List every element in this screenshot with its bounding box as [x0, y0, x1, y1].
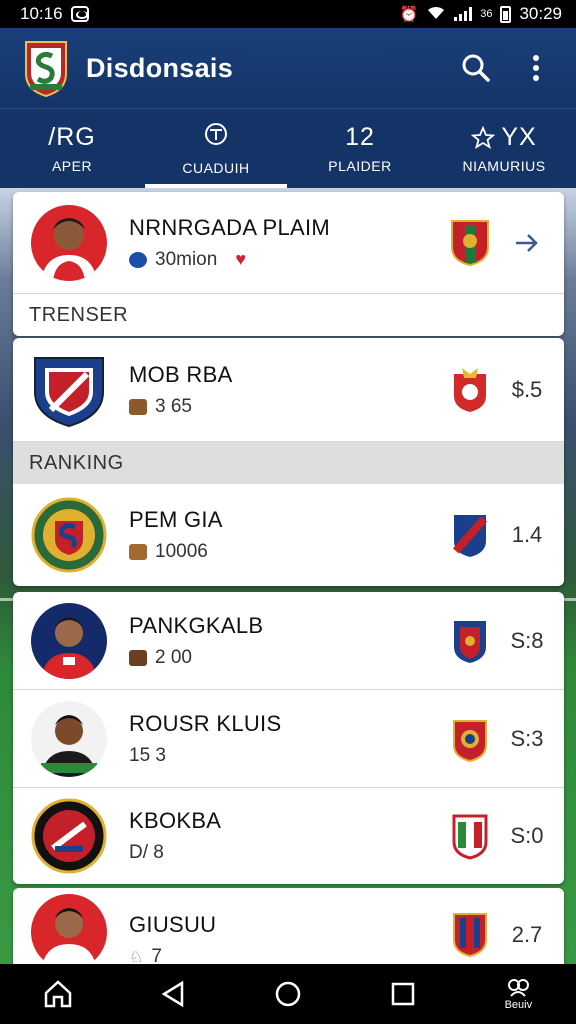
- list-item[interactable]: GIUSUU ♘ 7 2.7: [13, 888, 564, 964]
- list-item[interactable]: PEM GIA 10006 1.4: [13, 484, 564, 586]
- player-value: S:8: [510, 627, 544, 653]
- tab-plaider[interactable]: 12 PLAIDER: [288, 109, 432, 188]
- player-value: 2.7: [511, 922, 543, 947]
- player-name: NRNRGADA PLAIM: [129, 214, 331, 240]
- club-crest-icon: [450, 910, 490, 958]
- status-clock-right: 30:29: [519, 4, 562, 23]
- tab-niamurius-top: YX: [471, 123, 536, 152]
- list-item[interactable]: PANKGKALB 2 00 S:8: [13, 592, 564, 690]
- more-vertical-icon[interactable]: [514, 46, 558, 90]
- system-nav-bar: Beuiv: [0, 964, 576, 1024]
- player-card: NRNRGADA PLAIM 30mion ♥ TRENSER: [13, 192, 564, 336]
- status-bar: 10:16 ⏰ 36 30:29: [0, 0, 576, 28]
- tab-plaider-glyph: 12: [345, 123, 375, 151]
- nav-extra-label: Beuiv: [504, 998, 533, 1011]
- player-name: GIUSUU: [129, 912, 217, 937]
- tab-cuaduih-icon: [203, 121, 229, 154]
- list-item[interactable]: NRNRGADA PLAIM 30mion ♥: [13, 192, 564, 294]
- tab-cuaduih[interactable]: CUADUIH: [144, 109, 288, 188]
- tab-plaider-label: PLAIDER: [328, 158, 392, 174]
- player-meta: 15 3: [129, 744, 166, 766]
- avatar: [31, 204, 107, 281]
- club-logo: [31, 497, 107, 573]
- club-meta: 10006: [155, 541, 208, 562]
- back-icon[interactable]: [143, 969, 203, 1019]
- app-logo: [22, 38, 70, 98]
- star-icon: [471, 125, 496, 149]
- club-crest-icon: [450, 511, 490, 559]
- club-logo: [31, 352, 107, 428]
- home-circle-icon[interactable]: [258, 969, 318, 1019]
- club-value: 1.4: [511, 522, 543, 547]
- trophy-icon: [129, 398, 147, 415]
- signal-icon: [454, 7, 473, 21]
- app-title: Disdonsais: [86, 52, 234, 83]
- award-icon: ♘: [129, 949, 144, 964]
- section-header-ranking: RANKING: [13, 442, 564, 484]
- player-meta: 30mion: [155, 248, 218, 270]
- status-time: 10:16: [20, 4, 63, 23]
- club-card: MOB RBA 3 65 $.5 RANKING PEM GIA 10006 1…: [13, 338, 564, 586]
- tab-bar: /RG APER CUADUIH 12 PLAIDER YX NIAMURIUS: [0, 108, 576, 188]
- flag-icon: [129, 649, 147, 666]
- notification-icon: [70, 6, 89, 22]
- club-crest-icon: [450, 366, 490, 414]
- home-icon[interactable]: [28, 969, 88, 1019]
- list-item[interactable]: KBOKBA D/ 8 S:0: [13, 788, 564, 884]
- list-item[interactable]: MOB RBA 3 65 $.5: [13, 338, 564, 442]
- club-crest-icon: [450, 219, 490, 267]
- app-bar: Disdonsais: [0, 28, 576, 108]
- club-logo: [31, 798, 107, 874]
- player-value: S:3: [510, 725, 544, 751]
- verified-icon: [129, 251, 147, 268]
- heart-icon: ♥: [235, 249, 247, 269]
- section-header-transfer: TRENSER: [29, 303, 129, 326]
- club-meta: 3 65: [155, 395, 192, 417]
- profile-nav-item[interactable]: Beuiv: [488, 969, 548, 1019]
- player-meta: 7: [151, 946, 162, 964]
- tab-aper[interactable]: /RG APER: [0, 109, 144, 188]
- player-name: PANKGKALB: [129, 612, 264, 638]
- club-name: PEM GIA: [129, 507, 223, 532]
- player-name: ROUSR KLUIS: [129, 710, 282, 736]
- club-crest-icon: [450, 617, 490, 665]
- player-name: KBOKBA: [129, 808, 222, 833]
- tab-aper-label: APER: [51, 158, 93, 174]
- avatar: [31, 602, 107, 679]
- tab-niamurius[interactable]: YX NIAMURIUS: [432, 109, 576, 188]
- tab-aper-glyph: /RG: [48, 123, 96, 151]
- avatar: [31, 894, 107, 964]
- trophy-icon: [129, 544, 147, 560]
- player-list-card: PANKGKALB 2 00 S:8 ROUSR KLUIS 15 3 S:3: [13, 592, 564, 884]
- tab-niamurius-label: NIAMURIUS: [462, 158, 546, 174]
- tab-niamurius-glyph: YX: [501, 123, 537, 151]
- club-crest-icon: [450, 715, 490, 763]
- alarm-icon: ⏰: [399, 6, 419, 23]
- list-item[interactable]: ROUSR KLUIS 15 3 S:3: [13, 690, 564, 788]
- arrow-right-icon[interactable]: [490, 232, 564, 254]
- player-card-partial: GIUSUU ♘ 7 2.7: [13, 888, 564, 964]
- status-small-text: 36: [480, 8, 493, 20]
- avatar: [31, 700, 107, 777]
- wifi-icon: [426, 4, 446, 24]
- player-meta: D/ 8: [129, 842, 164, 863]
- search-icon[interactable]: [454, 46, 498, 90]
- club-name: MOB RBA: [129, 361, 233, 387]
- player-value: S:0: [510, 823, 544, 848]
- recents-icon[interactable]: [373, 969, 433, 1019]
- people-icon: [508, 978, 530, 997]
- battery-icon: [500, 5, 512, 23]
- club-value: $.5: [511, 376, 543, 402]
- club-crest-icon: [450, 812, 490, 860]
- tab-cuaduih-label: CUADUIH: [182, 160, 250, 176]
- player-meta: 2 00: [155, 646, 192, 668]
